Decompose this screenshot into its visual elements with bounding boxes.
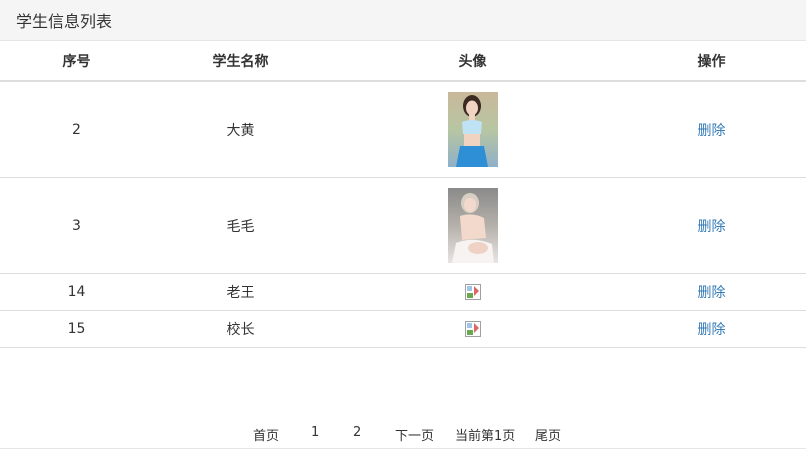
first-page-link[interactable]: 首页 [253,425,279,444]
student-table: 序号 学生名称 头像 操作 2 大黄 删除 3 毛毛 删除 14 老王 删除 1… [0,41,806,348]
cell-action: 删除 [617,177,806,274]
pagination: 首页 1 2 下一页 当前第1页 尾页 [0,415,806,449]
current-page-indicator: 当前第1页 [455,429,516,444]
last-page-link[interactable]: 尾页 [535,425,561,444]
table-header-row: 序号 学生名称 头像 操作 [0,41,806,82]
cell-id: 2 [0,81,153,178]
column-header-action: 操作 [617,41,806,82]
column-header-avatar: 头像 [328,41,617,82]
delete-link[interactable]: 删除 [698,123,726,139]
avatar-photo [447,92,498,167]
cell-avatar [328,310,617,348]
cell-name: 毛毛 [153,177,328,274]
page-2-link[interactable]: 2 [353,425,361,440]
cell-action: 删除 [617,273,806,311]
table-row: 3 毛毛 删除 [0,177,806,274]
table-row: 14 老王 删除 [0,273,806,311]
cell-avatar [328,81,617,178]
table-row: 2 大黄 删除 [0,81,806,178]
cell-action: 删除 [617,310,806,348]
next-page-link[interactable]: 下一页 [395,425,434,444]
cell-avatar [328,273,617,311]
cell-action: 删除 [617,81,806,178]
delete-link[interactable]: 删除 [698,322,726,338]
delete-link[interactable]: 删除 [698,219,726,235]
broken-image-icon [464,284,481,300]
panel-heading: 学生信息列表 [0,0,806,41]
broken-image-icon [464,321,481,337]
cell-name: 校长 [153,310,328,348]
cell-id: 14 [0,273,153,311]
page-title: 学生信息列表 [16,12,113,31]
avatar-photo [447,188,498,263]
column-header-name: 学生名称 [153,41,328,82]
cell-id: 3 [0,177,153,274]
cell-avatar [328,177,617,274]
page-1-link[interactable]: 1 [311,425,319,440]
table-row: 15 校长 删除 [0,310,806,348]
column-header-id: 序号 [0,41,153,82]
cell-name: 大黄 [153,81,328,178]
delete-link[interactable]: 删除 [698,285,726,301]
cell-name: 老王 [153,273,328,311]
cell-id: 15 [0,310,153,348]
